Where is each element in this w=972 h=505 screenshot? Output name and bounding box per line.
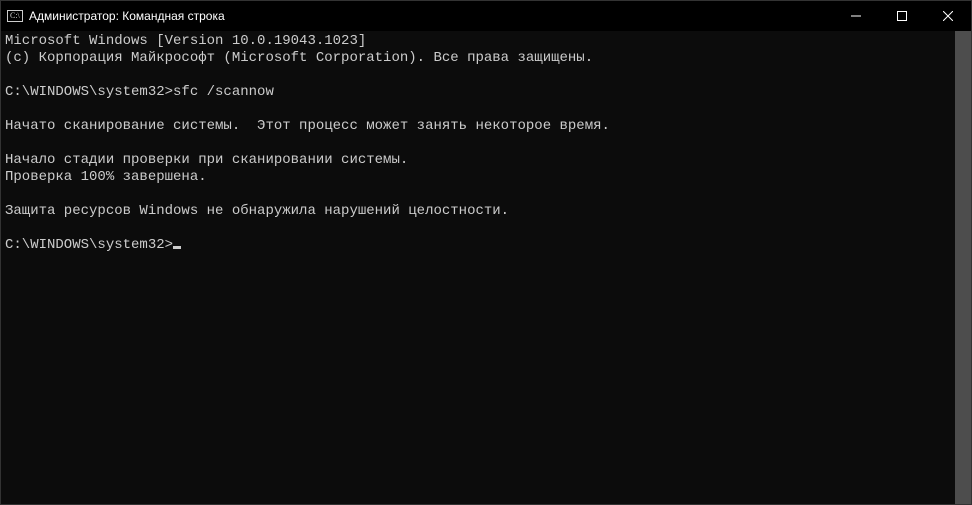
scrollbar-thumb[interactable]: [955, 31, 971, 504]
close-button[interactable]: [925, 1, 971, 31]
maximize-button[interactable]: [879, 1, 925, 31]
vertical-scrollbar[interactable]: [955, 31, 971, 504]
terminal-line: [5, 220, 951, 237]
terminal-line: [5, 67, 951, 84]
terminal-output[interactable]: Microsoft Windows [Version 10.0.19043.10…: [1, 31, 955, 504]
cmd-icon: C:\: [7, 8, 23, 24]
window-controls: [833, 1, 971, 31]
terminal-line: Microsoft Windows [Version 10.0.19043.10…: [5, 33, 951, 50]
cursor: [173, 246, 181, 249]
terminal-line: Защита ресурсов Windows не обнаружила на…: [5, 203, 951, 220]
titlebar[interactable]: C:\ Администратор: Командная строка: [1, 1, 971, 31]
terminal-line: [5, 186, 951, 203]
terminal-line: [5, 135, 951, 152]
window-title: Администратор: Командная строка: [29, 9, 225, 23]
terminal-line: Начато сканирование системы. Этот процес…: [5, 118, 951, 135]
minimize-button[interactable]: [833, 1, 879, 31]
terminal-line: C:\WINDOWS\system32>: [5, 237, 951, 254]
titlebar-left: C:\ Администратор: Командная строка: [1, 8, 225, 24]
terminal-line: C:\WINDOWS\system32>sfc /scannow: [5, 84, 951, 101]
terminal-line: (c) Корпорация Майкрософт (Microsoft Cor…: [5, 50, 951, 67]
command-prompt-window: C:\ Администратор: Командная строка Micr…: [0, 0, 972, 505]
terminal-line: [5, 101, 951, 118]
terminal-line: Проверка 100% завершена.: [5, 169, 951, 186]
svg-text:C:\: C:\: [10, 11, 21, 20]
content-area: Microsoft Windows [Version 10.0.19043.10…: [1, 31, 971, 504]
terminal-line: Начало стадии проверки при сканировании …: [5, 152, 951, 169]
